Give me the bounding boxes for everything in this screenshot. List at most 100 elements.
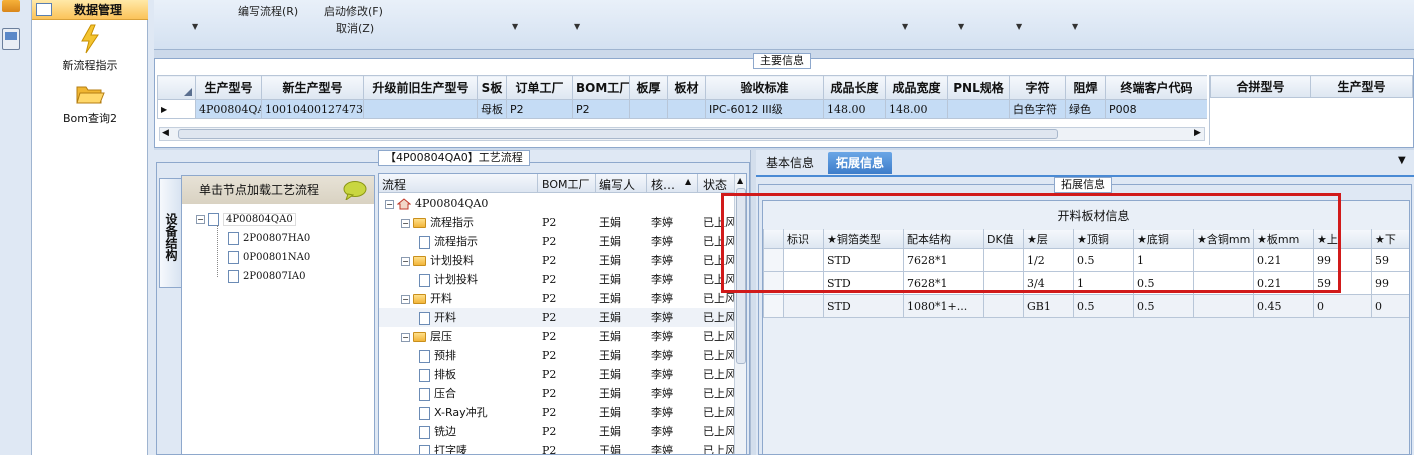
table-cell[interactable]: 0.5 xyxy=(1133,294,1194,318)
tree-node[interactable]: 排板 xyxy=(419,365,456,384)
scroll-left-icon[interactable]: ◀ xyxy=(162,128,169,138)
table-row[interactable]: 排板 P2 王娟 李婷 已上风 xyxy=(379,365,736,384)
structure-tree-node[interactable]: 2P00807HA0 xyxy=(228,231,310,245)
table-cell[interactable]: 148.00 xyxy=(823,99,886,119)
table-row[interactable]: 流程指示 P2 王娟 李婷 已上风 xyxy=(379,232,736,251)
table-row[interactable]: − 流程指示 P2 王娟 李婷 已上风 xyxy=(379,213,736,232)
table-cell[interactable]: 1080*1+... xyxy=(903,294,984,318)
table-cell[interactable]: 0 xyxy=(1370,294,1409,318)
table-cell[interactable] xyxy=(363,99,478,119)
column-header[interactable]: 新生产型号 xyxy=(261,75,364,100)
table-cell[interactable]: 绿色 xyxy=(1065,99,1106,119)
table-row[interactable]: 铣边 P2 王娟 李婷 已上风 xyxy=(379,422,736,441)
dropdown-arrow-icon[interactable]: ▼ xyxy=(902,22,908,31)
table-cell[interactable] xyxy=(667,99,706,119)
dropdown-arrow-icon[interactable]: ▼ xyxy=(1016,22,1022,31)
column-header[interactable]: 终端客户代码 xyxy=(1105,75,1207,100)
table-row[interactable]: − 开料 P2 王娟 李婷 已上风 xyxy=(379,289,736,308)
table-row[interactable]: 压合 P2 王娟 李婷 已上风 xyxy=(379,384,736,403)
tab-extended-info[interactable]: 拓展信息 xyxy=(828,152,893,174)
table-cell[interactable] xyxy=(1193,294,1254,318)
column-header[interactable]: 流程 xyxy=(382,176,406,193)
dropdown-arrow-icon[interactable]: ▼ xyxy=(192,22,198,31)
scroll-up-icon[interactable]: ▲ xyxy=(737,176,743,185)
column-header[interactable]: 核… xyxy=(651,176,675,193)
ribbon-start-modify[interactable]: 启动修改(F) xyxy=(324,3,383,19)
dropdown-arrow-icon[interactable]: ▼ xyxy=(958,22,964,31)
column-header[interactable]: BOM工厂 xyxy=(542,176,590,192)
tree-node[interactable]: − 4P00804QA0 xyxy=(385,194,488,213)
collapse-icon[interactable]: − xyxy=(401,218,410,228)
table-cell[interactable]: 母板 xyxy=(477,99,507,119)
dropdown-arrow-icon[interactable]: ▼ xyxy=(1072,22,1078,31)
table-cell[interactable] xyxy=(947,99,1010,119)
nav-item-new-process[interactable]: 新流程指示 xyxy=(32,24,148,74)
table-cell[interactable]: IPC-6012 III级 xyxy=(705,99,824,119)
table-cell[interactable]: P008 xyxy=(1105,99,1207,119)
table-cell[interactable] xyxy=(783,294,824,318)
table-cell[interactable]: 148.00 xyxy=(885,99,948,119)
grid-icon[interactable] xyxy=(2,0,20,12)
column-header[interactable]: 升级前旧生产型号 xyxy=(363,75,478,100)
collapse-icon[interactable]: − xyxy=(385,199,394,209)
table-row[interactable]: STD 1080*1+... GB1 0.5 0.5 0.45 0 0 xyxy=(763,294,1409,318)
structure-tree-root[interactable]: −4P00804QA0 xyxy=(196,212,296,226)
tree-node[interactable]: − 开料 xyxy=(401,289,452,308)
nav-item-bom-query[interactable]: Bom查询2 xyxy=(32,82,148,128)
column-header[interactable]: 成品长度 xyxy=(823,75,886,100)
dropdown-arrow-icon[interactable]: ▼ xyxy=(574,22,580,31)
column-header[interactable]: ★下 xyxy=(1370,228,1409,249)
collapse-icon[interactable]: − xyxy=(401,332,410,342)
column-header[interactable]: 验收标准 xyxy=(705,75,824,100)
table-row[interactable]: X-Ray冲孔 P2 王娟 李婷 已上风 xyxy=(379,403,736,422)
tree-node[interactable]: 流程指示 xyxy=(419,232,478,251)
tree-node[interactable]: − 流程指示 xyxy=(401,213,474,232)
tree-node[interactable]: 开料 xyxy=(419,308,456,327)
tree-node[interactable]: 预排 xyxy=(419,346,456,365)
table-cell[interactable]: STD xyxy=(823,294,904,318)
table-cell[interactable] xyxy=(983,294,1024,318)
tree-node[interactable]: 压合 xyxy=(419,384,456,403)
tab-equipment-structure[interactable]: 设备结构 xyxy=(159,178,181,288)
tree-node[interactable]: X-Ray冲孔 xyxy=(419,403,488,422)
horizontal-scrollbar[interactable]: ◀ ▶ xyxy=(159,127,1205,141)
table-row[interactable]: ▶ 4P00804QA0 10010400127473 母板 P2 P2 IPC… xyxy=(157,99,1207,119)
structure-tree-node[interactable]: 0P00801NA0 xyxy=(228,250,310,264)
table-cell[interactable]: 59 xyxy=(1370,248,1409,272)
column-header[interactable]: 生产型号 xyxy=(195,75,262,100)
table-cell[interactable]: P2 xyxy=(506,99,573,119)
column-header[interactable]: 阻焊 xyxy=(1065,75,1106,100)
collapse-icon[interactable]: − xyxy=(401,256,410,266)
tree-node[interactable]: − 计划投料 xyxy=(401,251,474,270)
table-row[interactable]: 打字唛 P2 王娟 李婷 已上风 xyxy=(379,441,736,454)
table-cell[interactable]: 白色字符 xyxy=(1009,99,1066,119)
table-cell[interactable]: 0 xyxy=(1313,294,1372,318)
column-header[interactable]: 合拼型号 xyxy=(1210,75,1311,98)
column-header[interactable]: 字符 xyxy=(1009,75,1066,100)
tree-node[interactable]: 铣边 xyxy=(419,422,456,441)
table-cell[interactable]: 10010400127473 xyxy=(261,99,364,119)
ribbon-edit-process[interactable]: 编写流程(R) xyxy=(238,3,298,19)
scroll-thumb[interactable] xyxy=(178,129,1058,139)
table-cell[interactable]: 4P00804QA0 xyxy=(195,99,262,119)
column-header[interactable]: 状态 xyxy=(703,176,727,193)
computer-icon[interactable] xyxy=(2,28,20,50)
tab-menu-icon[interactable]: ▼ xyxy=(1398,155,1406,166)
column-header[interactable]: 生产型号 xyxy=(1310,75,1413,98)
table-cell[interactable]: 0.5 xyxy=(1073,294,1134,318)
column-header[interactable]: 板厚 xyxy=(629,75,668,100)
structure-tree-node[interactable]: 2P00807IA0 xyxy=(228,269,305,283)
table-row[interactable]: − 4P00804QA0 xyxy=(379,194,734,213)
tab-basic-info[interactable]: 基本信息 xyxy=(758,152,822,174)
table-row[interactable]: 计划投料 P2 王娟 李婷 已上风 xyxy=(379,270,736,289)
table-row[interactable]: 开料 P2 王娟 李婷 已上风 xyxy=(379,308,736,327)
tree-node[interactable]: 打字唛 xyxy=(419,441,467,454)
collapse-icon[interactable]: − xyxy=(196,214,205,224)
column-header[interactable]: 编写人 xyxy=(599,176,635,193)
table-cell[interactable]: GB1 xyxy=(1023,294,1074,318)
tree-node[interactable]: 计划投料 xyxy=(419,270,478,289)
sort-icon[interactable]: ▲ xyxy=(685,177,691,186)
column-header[interactable]: 订单工厂 xyxy=(506,75,573,100)
dropdown-arrow-icon[interactable]: ▼ xyxy=(512,22,518,31)
table-row[interactable]: 预排 P2 王娟 李婷 已上风 xyxy=(379,346,736,365)
